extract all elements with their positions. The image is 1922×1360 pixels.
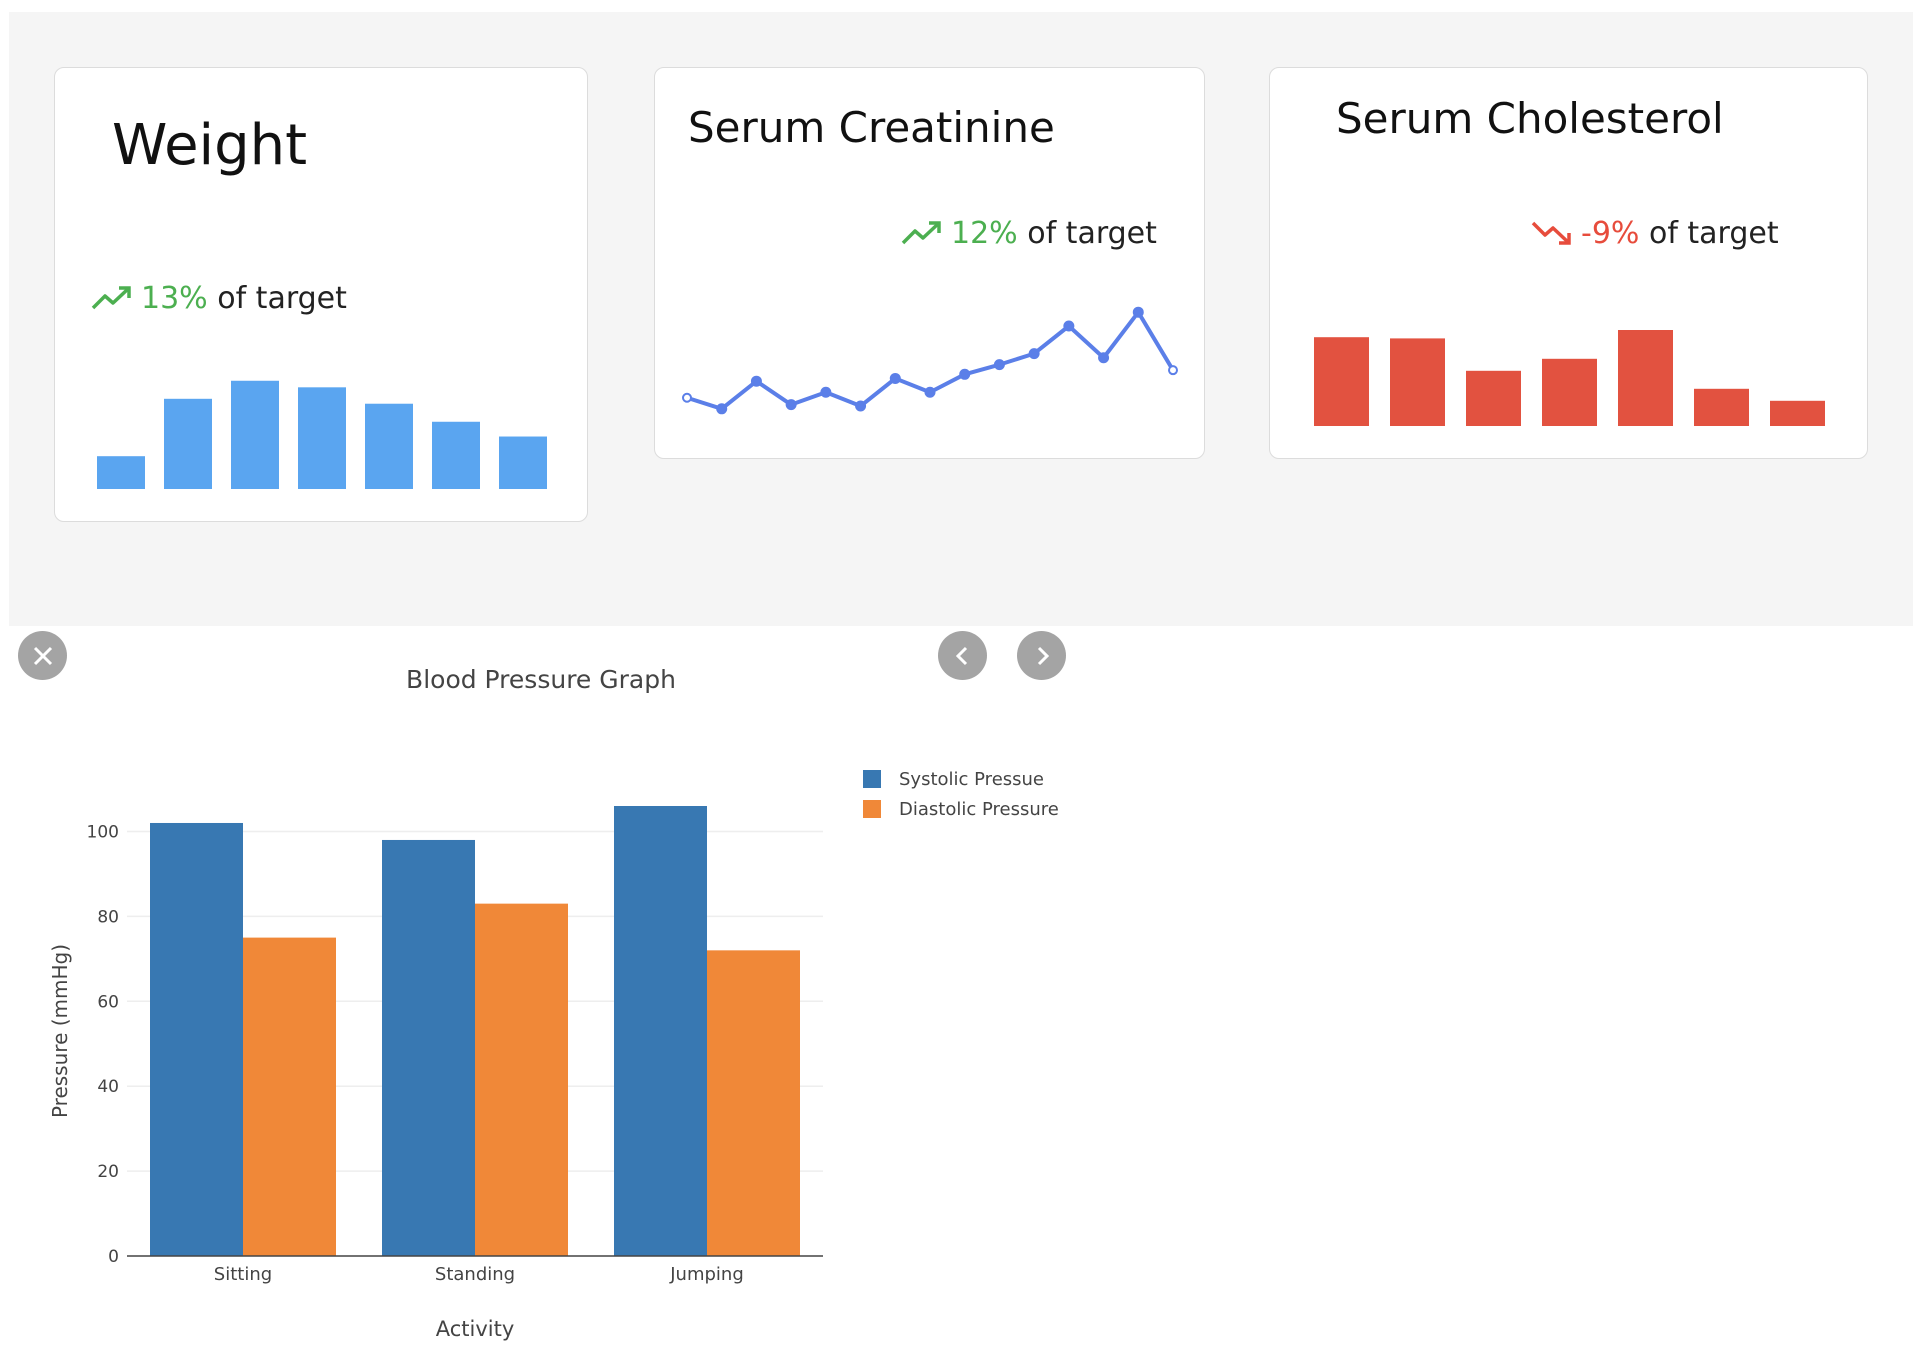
sparkline-bar <box>164 398 212 489</box>
x-axis-label: Activity <box>436 1317 515 1341</box>
blood-pressure-chart: Blood Pressure Graph 0 20 40 60 80 100 Sitting S… <box>48 665 1059 1341</box>
close-button[interactable] <box>18 631 67 680</box>
bar[interactable] <box>243 937 336 1256</box>
y-tick-label: 80 <box>97 907 119 927</box>
y-tick-label: 20 <box>97 1162 119 1182</box>
sparkline-point <box>1132 306 1144 318</box>
sparkline-bar <box>231 380 279 489</box>
sparkline-point <box>924 386 936 398</box>
sparkline-point <box>682 392 692 403</box>
close-icon <box>33 646 52 665</box>
sparkline-bar <box>1466 370 1521 426</box>
sparkline-point <box>1168 365 1178 376</box>
sparkline-bar <box>1542 358 1597 426</box>
sparkline-point <box>785 399 797 411</box>
sparkline-bar <box>432 421 480 489</box>
bar[interactable] <box>614 806 707 1256</box>
chevron-right-icon <box>1037 646 1049 665</box>
legend-swatch <box>863 770 881 788</box>
previous-button[interactable] <box>938 631 987 680</box>
sparkline-bar <box>1694 388 1749 426</box>
kpi-panel: Weight 13% of target Serum Creatinine 12… <box>9 12 1913 626</box>
sparkline-bar <box>1770 400 1825 426</box>
sparkline-bar <box>1618 330 1673 426</box>
sparkline-bar <box>1314 337 1369 426</box>
sparkline-point <box>750 375 762 387</box>
legend-swatch <box>863 800 881 818</box>
y-tick-label: 40 <box>97 1077 119 1097</box>
weight-card: Weight 13% of target <box>54 67 588 522</box>
cholesterol-sparkline <box>1314 330 1825 426</box>
creatinine-card: Serum Creatinine 12% of target <box>654 67 1205 459</box>
y-tick-label: 100 <box>87 822 119 842</box>
sparkline-point <box>1098 352 1110 364</box>
sparkline-bar <box>97 456 145 489</box>
chevron-left-icon <box>955 646 967 665</box>
sparkline-point <box>820 386 832 398</box>
next-button[interactable] <box>1017 631 1066 680</box>
cholesterol-card: Serum Cholesterol -9% of target <box>1269 67 1868 459</box>
creatinine-sparkline <box>682 306 1178 415</box>
sparkline-point <box>993 359 1005 371</box>
chart-title: Blood Pressure Graph <box>406 665 676 694</box>
bar[interactable] <box>382 839 475 1256</box>
sparkline-bar <box>499 436 547 489</box>
y-tick-label: 0 <box>108 1247 119 1267</box>
bar[interactable] <box>707 950 800 1256</box>
sparkline-bar <box>1390 338 1445 426</box>
sparkline-point <box>1028 348 1040 360</box>
legend-label[interactable]: Diastolic Pressure <box>899 799 1059 820</box>
sparkline-point <box>855 400 867 412</box>
sparkline-bar <box>365 403 413 489</box>
sparkline-point <box>716 403 728 415</box>
bar[interactable] <box>475 903 568 1256</box>
y-axis-label: Pressure (mmHg) <box>48 944 72 1118</box>
blood-pressure-panel: Blood Pressure Graph 0 20 40 60 80 100 Sitting S… <box>9 626 1073 1360</box>
x-tick-label: Jumping <box>669 1264 744 1285</box>
sparkline-point <box>1063 320 1075 332</box>
sparkline-point <box>889 372 901 384</box>
x-tick-label: Sitting <box>214 1264 272 1285</box>
bar[interactable] <box>150 822 243 1256</box>
weight-sparkline <box>97 380 547 489</box>
legend-label[interactable]: Systolic Pressue <box>899 769 1044 790</box>
sparkline-bar <box>298 387 346 489</box>
x-tick-label: Standing <box>435 1264 515 1285</box>
y-tick-label: 60 <box>97 992 119 1012</box>
sparkline-point <box>959 368 971 380</box>
